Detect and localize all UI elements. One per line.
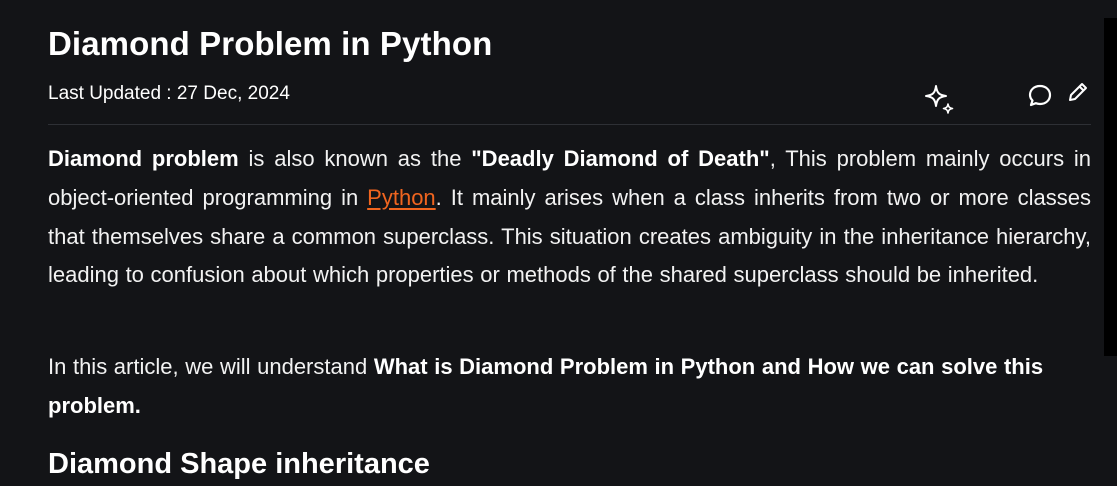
- python-link[interactable]: Python: [367, 185, 436, 210]
- comment-button[interactable]: [1026, 82, 1054, 110]
- ai-sparkle-icon: [925, 85, 954, 114]
- comment-icon: [1028, 84, 1052, 107]
- paragraph-text: is also known as the: [238, 146, 472, 171]
- article: Diamond Problem in Python Last Updated :…: [48, 0, 1114, 486]
- last-updated: Last Updated : 27 Dec, 2024: [48, 83, 290, 104]
- article-actions: [922, 78, 1114, 118]
- paragraph-text: In this article, we will understand: [48, 354, 374, 379]
- intro-paragraph: Diamond problem is also known as the "De…: [48, 140, 1091, 295]
- edit-pencil-icon: [1069, 83, 1087, 101]
- header-divider: [48, 124, 1091, 125]
- edit-button[interactable]: [1066, 80, 1090, 104]
- article-goal-paragraph: In this article, we will understand What…: [48, 348, 1091, 426]
- section-heading: Diamond Shape inheritance: [48, 448, 430, 480]
- bold-term: "Deadly Diamond of Death": [471, 146, 770, 171]
- page-title: Diamond Problem in Python: [48, 25, 493, 62]
- scrollbar[interactable]: [1104, 18, 1117, 356]
- bold-term: Diamond problem: [48, 146, 239, 171]
- ai-sparkle-button[interactable]: [922, 80, 958, 116]
